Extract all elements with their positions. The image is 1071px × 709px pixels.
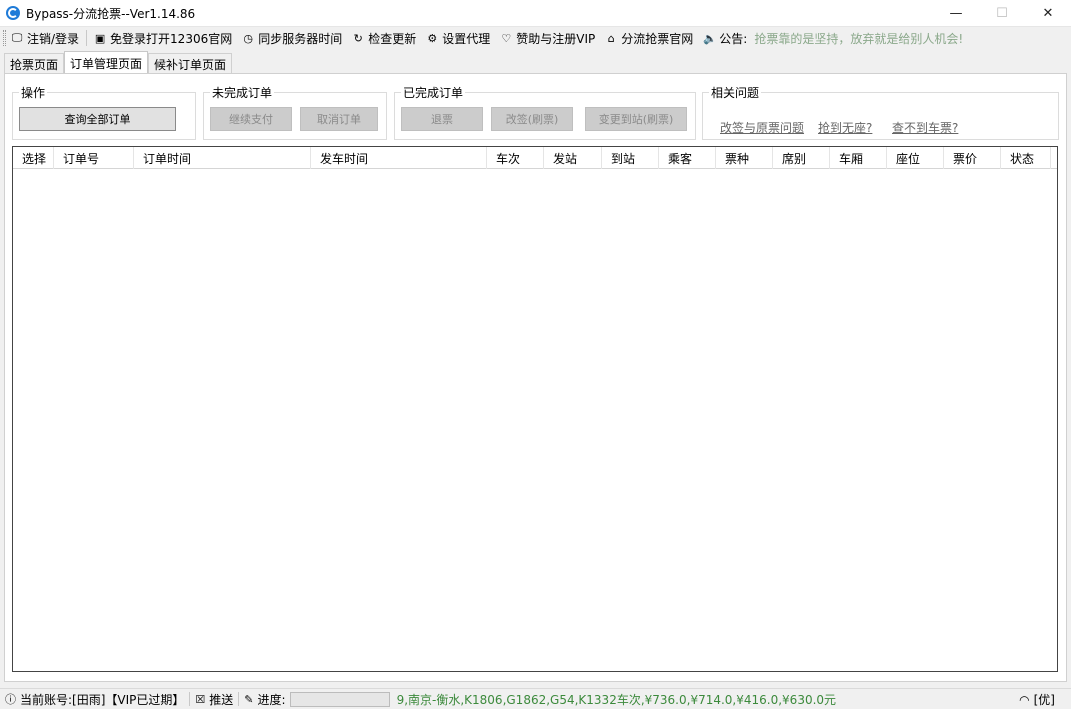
route-info: 9,南京-衡水,K1806,G1862,G54,K1332车次,¥736.0,¥…	[396, 692, 837, 707]
faq-group-title: 相关问题	[709, 84, 762, 101]
window-title: Bypass-分流抢票--Ver1.14.86	[26, 6, 196, 21]
column-header-to-station[interactable]: 到站	[602, 147, 659, 169]
minimize-button[interactable]: —	[933, 0, 979, 27]
check-update-button[interactable]: ↻ 检查更新	[347, 28, 421, 48]
toolbar: 🖵 注销/登录 ▣ 免登录打开12306官网 ◷ 同步服务器时间 ↻ 检查更新 …	[0, 27, 1071, 49]
column-header-ticket-type[interactable]: 票种	[716, 147, 773, 169]
cancel-order-button[interactable]: 取消订单	[300, 107, 378, 131]
query-all-orders-button[interactable]: 查询全部订单	[19, 107, 176, 131]
faq-link-no-ticket[interactable]: 查不到车票?	[892, 119, 958, 136]
push-toggle[interactable]: ☒ 推送	[190, 691, 238, 708]
announcement-label: 🔈 公告:	[703, 31, 748, 46]
checkbox-icon: ☒	[195, 692, 206, 706]
info-icon: ⓘ	[5, 693, 16, 706]
column-header-train-number[interactable]: 车次	[487, 147, 544, 169]
progress-bar	[289, 691, 390, 707]
operations-group: 操作 查询全部订单	[12, 84, 196, 140]
operations-group-title: 操作	[19, 84, 48, 101]
refresh-icon: ↻	[353, 31, 363, 45]
home-icon: ⌂	[607, 31, 615, 45]
column-header-order-number[interactable]: 订单号	[54, 147, 134, 169]
progress-label: ✎ 进度:	[239, 691, 394, 708]
open-12306-button[interactable]: ▣ 免登录打开12306官网	[89, 28, 237, 48]
tab-grab-tickets[interactable]: 抢票页面	[4, 53, 65, 74]
speaker-icon: 🔈	[703, 31, 717, 45]
login-logout-button[interactable]: 🖵 注销/登录	[6, 28, 84, 48]
column-header-status[interactable]: 状态	[1001, 147, 1051, 169]
monitor-icon: 🖵	[11, 31, 23, 44]
orders-table[interactable]: 选择 订单号 订单时间 发车时间 车次 发站 到站 乘客 票种 席别 车厢 座位…	[12, 146, 1058, 672]
faq-link-no-seat[interactable]: 抢到无座?	[818, 119, 872, 136]
column-header-price[interactable]: 票价	[944, 147, 1001, 169]
column-header-passenger[interactable]: 乘客	[659, 147, 716, 169]
sync-time-button[interactable]: ◷ 同步服务器时间	[237, 28, 347, 48]
refund-button[interactable]: 退票	[401, 107, 483, 131]
toolbar-separator	[86, 30, 88, 46]
column-header-coach[interactable]: 车厢	[830, 147, 887, 169]
official-site-button[interactable]: ⌂ 分流抢票官网	[600, 28, 698, 48]
tab-waitlist-orders[interactable]: 候补订单页面	[148, 53, 233, 74]
proxy-settings-button[interactable]: ⚙ 设置代理	[421, 28, 495, 48]
column-header-select[interactable]: 选择	[13, 147, 54, 169]
connection-status: ◠ [优]	[1019, 692, 1055, 708]
finished-orders-group: 已完成订单 退票 改签(刷票) 变更到站(刷票)	[394, 84, 696, 140]
faq-group: 相关问题 改签与原票问题 抢到无座? 查不到车票?	[702, 84, 1059, 140]
change-station-button[interactable]: 变更到站(刷票)	[585, 107, 687, 131]
title-bar: Bypass-分流抢票--Ver1.14.86 — ☐ ✕	[0, 0, 1071, 27]
heart-icon: ♡	[501, 31, 512, 45]
column-header-seat[interactable]: 座位	[887, 147, 944, 169]
column-header-from-station[interactable]: 发站	[544, 147, 602, 169]
reschedule-button[interactable]: 改签(刷票)	[491, 107, 573, 131]
faq-link-reschedule[interactable]: 改签与原票问题	[720, 119, 804, 136]
maximize-button[interactable]: ☐	[979, 0, 1025, 27]
gear-icon: ⚙	[427, 31, 438, 45]
pencil-icon: ✎	[244, 692, 254, 706]
column-header-departure-time[interactable]: 发车时间	[311, 147, 487, 169]
order-management-panel: 操作 查询全部订单 未完成订单 继续支付 取消订单 已完成订单 退票 改签(刷票…	[4, 73, 1067, 682]
tab-order-management[interactable]: 订单管理页面	[64, 51, 149, 74]
tab-strip: 抢票页面 订单管理页面 候补订单页面	[4, 51, 233, 74]
unfinished-orders-group-title: 未完成订单	[210, 84, 275, 101]
continue-payment-button[interactable]: 继续支付	[210, 107, 292, 131]
clock-icon: ◷	[243, 31, 254, 45]
unfinished-orders-group: 未完成订单 继续支付 取消订单	[203, 84, 387, 140]
sponsor-vip-button[interactable]: ♡ 赞助与注册VIP	[495, 28, 600, 48]
finished-orders-group-title: 已完成订单	[401, 84, 466, 101]
wifi-icon: ◠	[1019, 692, 1030, 707]
orders-table-header: 选择 订单号 订单时间 发车时间 车次 发站 到站 乘客 票种 席别 车厢 座位…	[13, 147, 1057, 169]
close-button[interactable]: ✕	[1025, 0, 1071, 27]
window-icon: ▣	[94, 31, 106, 45]
app-logo-icon	[6, 6, 20, 20]
announcement-text: 抢票靠的是坚持，放弃就是给别人机会!	[754, 31, 964, 46]
status-bar: ⓘ 当前账号:[田雨]【VIP已过期】 ☒ 推送 ✎ 进度: 9,南京-衡水,K…	[0, 688, 1071, 709]
current-account: ⓘ 当前账号:[田雨]【VIP已过期】	[5, 692, 185, 707]
column-header-seat-class[interactable]: 席别	[773, 147, 830, 169]
column-header-order-time[interactable]: 订单时间	[134, 147, 311, 169]
